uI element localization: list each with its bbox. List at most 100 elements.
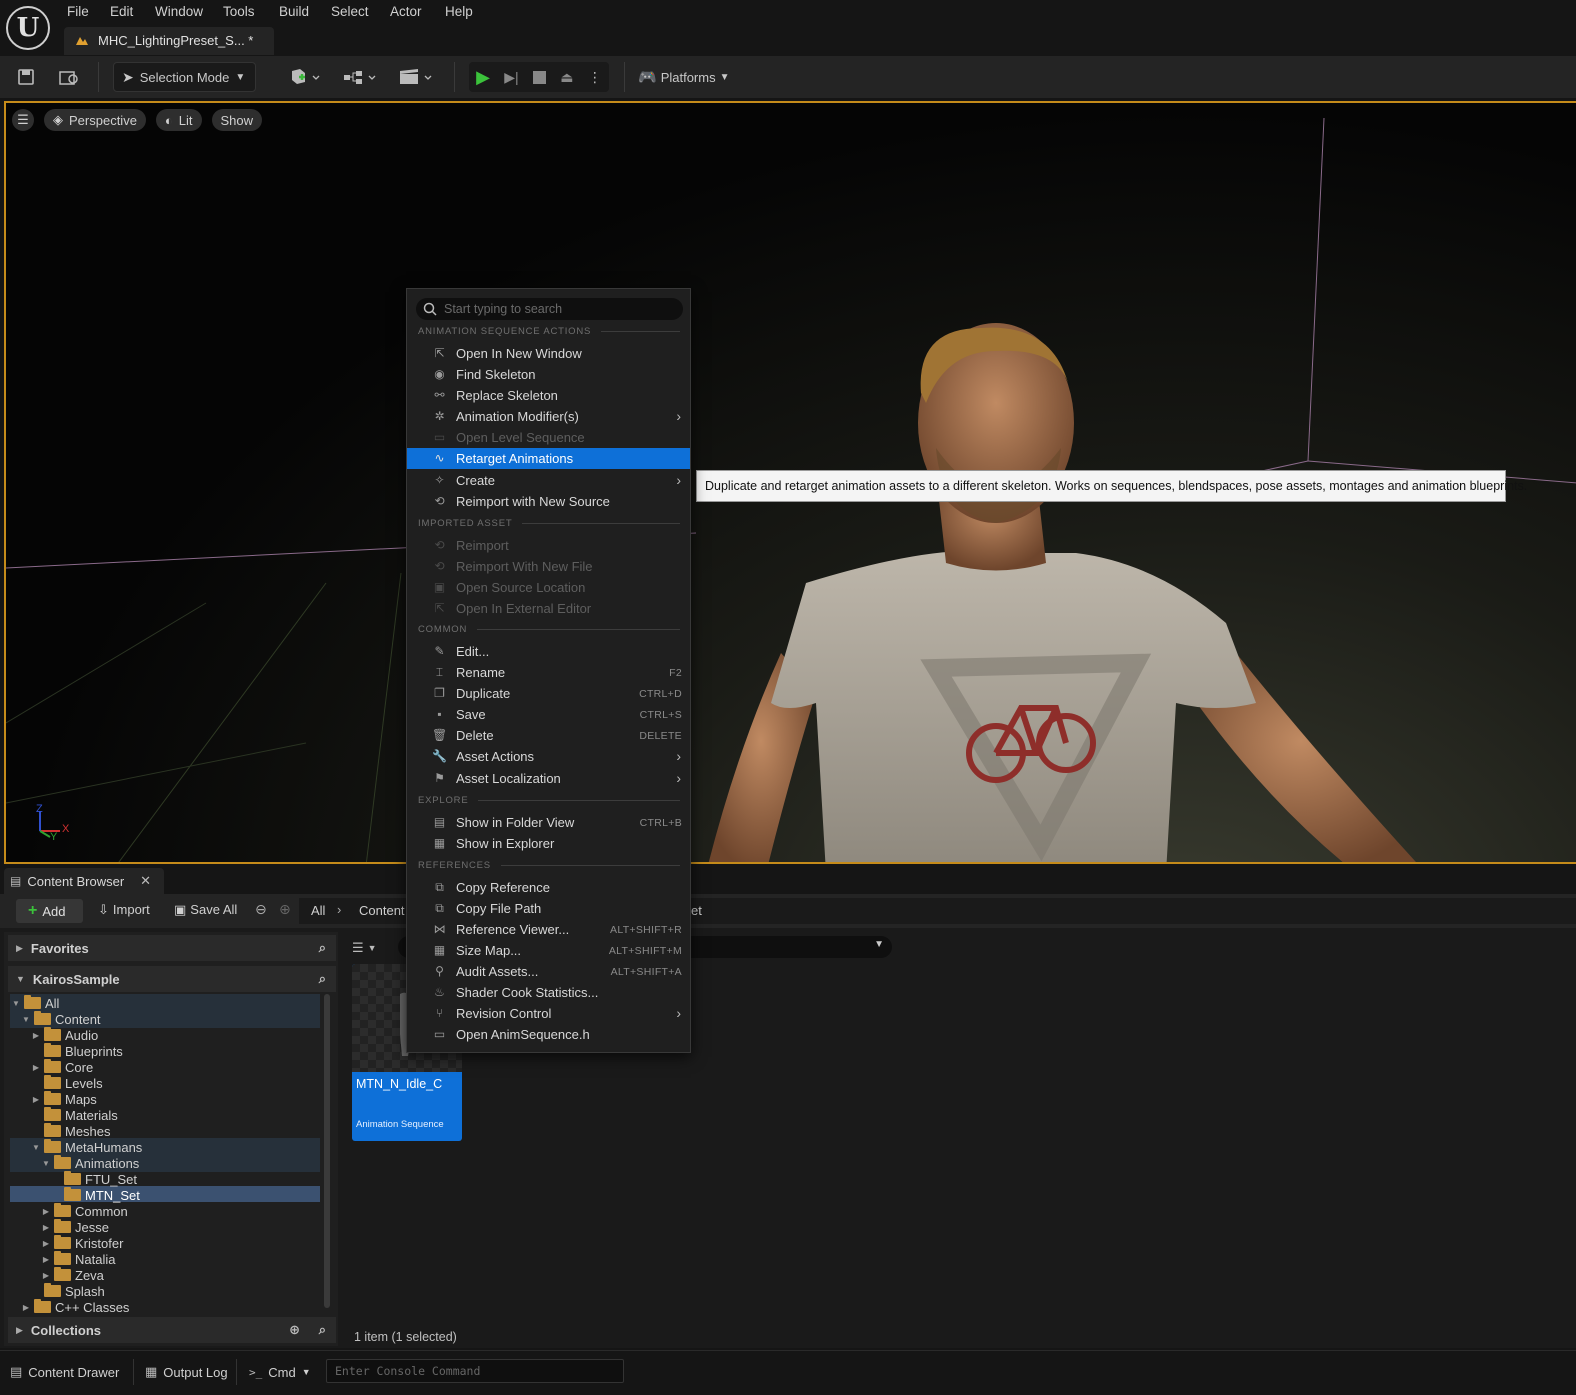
menu-item-edit[interactable]: ✎ Edit... bbox=[407, 641, 690, 662]
perspective-label: Perspective bbox=[69, 112, 137, 128]
tree-item-ftu-set[interactable]: FTU_Set bbox=[52, 1171, 137, 1187]
menu-item-asset-localization[interactable]: ⚑ Asset Localization › bbox=[407, 768, 690, 789]
menu-item-copy-reference[interactable]: ⧉ Copy Reference bbox=[407, 877, 690, 898]
filter-button[interactable]: ☰ ▼ bbox=[352, 938, 392, 958]
console-command-field[interactable] bbox=[326, 1359, 624, 1383]
tree-item-content[interactable]: ▼ Content bbox=[22, 1011, 101, 1027]
retarget-icon: ∿ bbox=[434, 451, 445, 465]
menu-item-reference-viewer[interactable]: ⋈ Reference Viewer... ALT+SHIFT+R bbox=[407, 919, 690, 940]
tree-item-meshes[interactable]: Meshes bbox=[32, 1123, 111, 1139]
lit-button[interactable]: ◐ Lit bbox=[155, 109, 202, 131]
back-icon[interactable]: ⊖ bbox=[255, 901, 267, 918]
menu-item-audit-assets[interactable]: ⚲ Audit Assets... ALT+SHIFT+A bbox=[407, 961, 690, 982]
context-menu-search-input[interactable] bbox=[444, 301, 674, 317]
tree-item-audio[interactable]: ▶ Audio bbox=[32, 1027, 98, 1043]
favorites-header[interactable]: ▶ Favorites ⌕ bbox=[8, 935, 336, 961]
menu-window[interactable]: Window bbox=[155, 4, 203, 19]
menu-item-shader-cook-statistics[interactable]: ♨ Shader Cook Statistics... bbox=[407, 982, 690, 1003]
tree-item-animations[interactable]: ▼ Animations bbox=[42, 1155, 139, 1171]
skip-forward-icon[interactable]: ▶| bbox=[504, 69, 518, 86]
add-collection-icon[interactable]: ⊕ bbox=[289, 1322, 300, 1338]
context-menu-search[interactable] bbox=[416, 298, 683, 320]
tree-item-levels[interactable]: Levels bbox=[32, 1075, 103, 1091]
content-browser-tab[interactable]: ▤ Content Browser ✕ bbox=[4, 868, 164, 894]
menu-item-reimport-new-source[interactable]: ⟲ Reimport with New Source bbox=[407, 491, 690, 512]
add-actor-icon[interactable] bbox=[285, 62, 325, 92]
add-button[interactable]: + Add bbox=[16, 899, 83, 923]
menu-item-revision-control[interactable]: ⑂ Revision Control › bbox=[407, 1003, 690, 1024]
content-drawer-button[interactable]: ▤ Content Drawer bbox=[10, 1360, 119, 1384]
unreal-logo-icon[interactable]: U bbox=[6, 6, 50, 50]
tree-item-zeva[interactable]: ▶ Zeva bbox=[42, 1267, 104, 1283]
more-options-icon[interactable]: ⋮ bbox=[588, 69, 602, 86]
close-icon[interactable]: ✕ bbox=[140, 873, 151, 889]
search-icon[interactable]: ⌕ bbox=[319, 1322, 326, 1338]
tree-item-maps[interactable]: ▶ Maps bbox=[32, 1091, 97, 1107]
import-button[interactable]: ⇩ Import bbox=[98, 902, 150, 918]
tree-item-blueprints[interactable]: Blueprints bbox=[32, 1043, 123, 1059]
selection-mode-dropdown[interactable]: ➤ Selection Mode ▼ bbox=[113, 62, 256, 92]
blueprint-icon[interactable] bbox=[340, 62, 380, 92]
tree-item-cpp-classes[interactable]: ▶ C++ Classes bbox=[22, 1299, 129, 1315]
tree-item-common[interactable]: ▶ Common bbox=[42, 1203, 128, 1219]
level-document-tab[interactable]: MHC_LightingPreset_S... * bbox=[64, 27, 274, 55]
menu-item-rename[interactable]: ⌶ Rename F2 bbox=[407, 662, 690, 683]
menu-help[interactable]: Help bbox=[445, 4, 473, 19]
menu-item-open-new-window[interactable]: ⇱ Open In New Window bbox=[407, 343, 690, 364]
eject-icon[interactable]: ⏏ bbox=[560, 69, 573, 86]
menu-item-duplicate[interactable]: ❐ Duplicate CTRL+D bbox=[407, 683, 690, 704]
menu-item-delete[interactable]: 🗑 Delete DELETE bbox=[407, 725, 690, 746]
breadcrumb-current[interactable]: et bbox=[691, 903, 702, 918]
menu-build[interactable]: Build bbox=[279, 4, 309, 19]
menu-item-save[interactable]: ▪ Save CTRL+S bbox=[407, 704, 690, 725]
cmd-dropdown[interactable]: >_ Cmd ▼ bbox=[249, 1360, 311, 1384]
save-icon[interactable] bbox=[12, 62, 40, 92]
cinematics-icon[interactable] bbox=[395, 62, 435, 92]
perspective-button[interactable]: ◈ Perspective bbox=[44, 109, 146, 131]
hamburger-menu-icon[interactable]: ☰ bbox=[12, 109, 34, 131]
tree-item-mtn-set[interactable]: MTN_Set bbox=[52, 1187, 140, 1203]
folder-icon bbox=[54, 1155, 71, 1169]
menu-item-size-map[interactable]: ▦ Size Map... ALT+SHIFT+M bbox=[407, 940, 690, 961]
filter-icon: ☰ bbox=[352, 940, 364, 955]
menu-tools[interactable]: Tools bbox=[223, 4, 255, 19]
menu-item-create[interactable]: ✧ Create › bbox=[407, 470, 690, 491]
menu-item-retarget-animations[interactable]: ∿ Retarget Animations bbox=[407, 448, 690, 469]
tree-item-all[interactable]: ▼ All bbox=[12, 995, 59, 1011]
menu-item-animation-modifiers[interactable]: ✲ Animation Modifier(s) › bbox=[407, 406, 690, 427]
menu-select[interactable]: Select bbox=[331, 4, 369, 19]
menu-file[interactable]: File bbox=[67, 4, 89, 19]
save-all-button[interactable]: ▣ Save All bbox=[174, 902, 237, 918]
menu-item-open-header[interactable]: ▭ Open AnimSequence.h bbox=[407, 1024, 690, 1045]
play-icon[interactable]: ▶ bbox=[476, 67, 490, 88]
tree-item-core[interactable]: ▶ Core bbox=[32, 1059, 93, 1075]
forward-icon[interactable]: ⊕ bbox=[279, 901, 291, 918]
tree-item-splash[interactable]: Splash bbox=[32, 1283, 105, 1299]
tree-item-natalia[interactable]: ▶ Natalia bbox=[42, 1251, 115, 1267]
menu-item-replace-skeleton[interactable]: ⚯ Replace Skeleton bbox=[407, 385, 690, 406]
breadcrumb-all[interactable]: All bbox=[311, 903, 325, 918]
menu-item-show-folder-view[interactable]: ▤ Show in Folder View CTRL+B bbox=[407, 812, 690, 833]
collections-header[interactable]: ▶ Collections ⊕ ⌕ bbox=[8, 1317, 336, 1343]
browse-level-icon[interactable] bbox=[54, 62, 84, 92]
search-icon[interactable]: ⌕ bbox=[319, 971, 326, 987]
show-button[interactable]: Show bbox=[211, 109, 263, 131]
tree-item-jesse[interactable]: ▶ Jesse bbox=[42, 1219, 109, 1235]
breadcrumb-content[interactable]: Content bbox=[359, 903, 405, 918]
menu-edit[interactable]: Edit bbox=[110, 4, 133, 19]
output-log-button[interactable]: ▦ Output Log bbox=[145, 1360, 228, 1384]
menu-actor[interactable]: Actor bbox=[390, 4, 422, 19]
project-header[interactable]: ▼ KairosSample ⌕ bbox=[8, 966, 336, 992]
menu-item-asset-actions[interactable]: 🔧 Asset Actions › bbox=[407, 746, 690, 767]
tree-item-metahumans[interactable]: ▼ MetaHumans bbox=[32, 1139, 142, 1155]
stop-icon[interactable] bbox=[532, 70, 546, 84]
search-icon[interactable]: ⌕ bbox=[319, 940, 326, 956]
console-command-input[interactable] bbox=[327, 1360, 623, 1382]
platforms-dropdown[interactable]: 🎮 Platforms ▼ bbox=[638, 62, 738, 92]
tree-scrollbar[interactable] bbox=[324, 994, 330, 1308]
menu-item-show-explorer[interactable]: ▦ Show in Explorer bbox=[407, 833, 690, 854]
menu-item-copy-file-path[interactable]: ⧉ Copy File Path bbox=[407, 898, 690, 919]
tree-item-kristofer[interactable]: ▶ Kristofer bbox=[42, 1235, 123, 1251]
tree-item-materials[interactable]: Materials bbox=[32, 1107, 118, 1123]
menu-item-find-skeleton[interactable]: ◉ Find Skeleton bbox=[407, 364, 690, 385]
